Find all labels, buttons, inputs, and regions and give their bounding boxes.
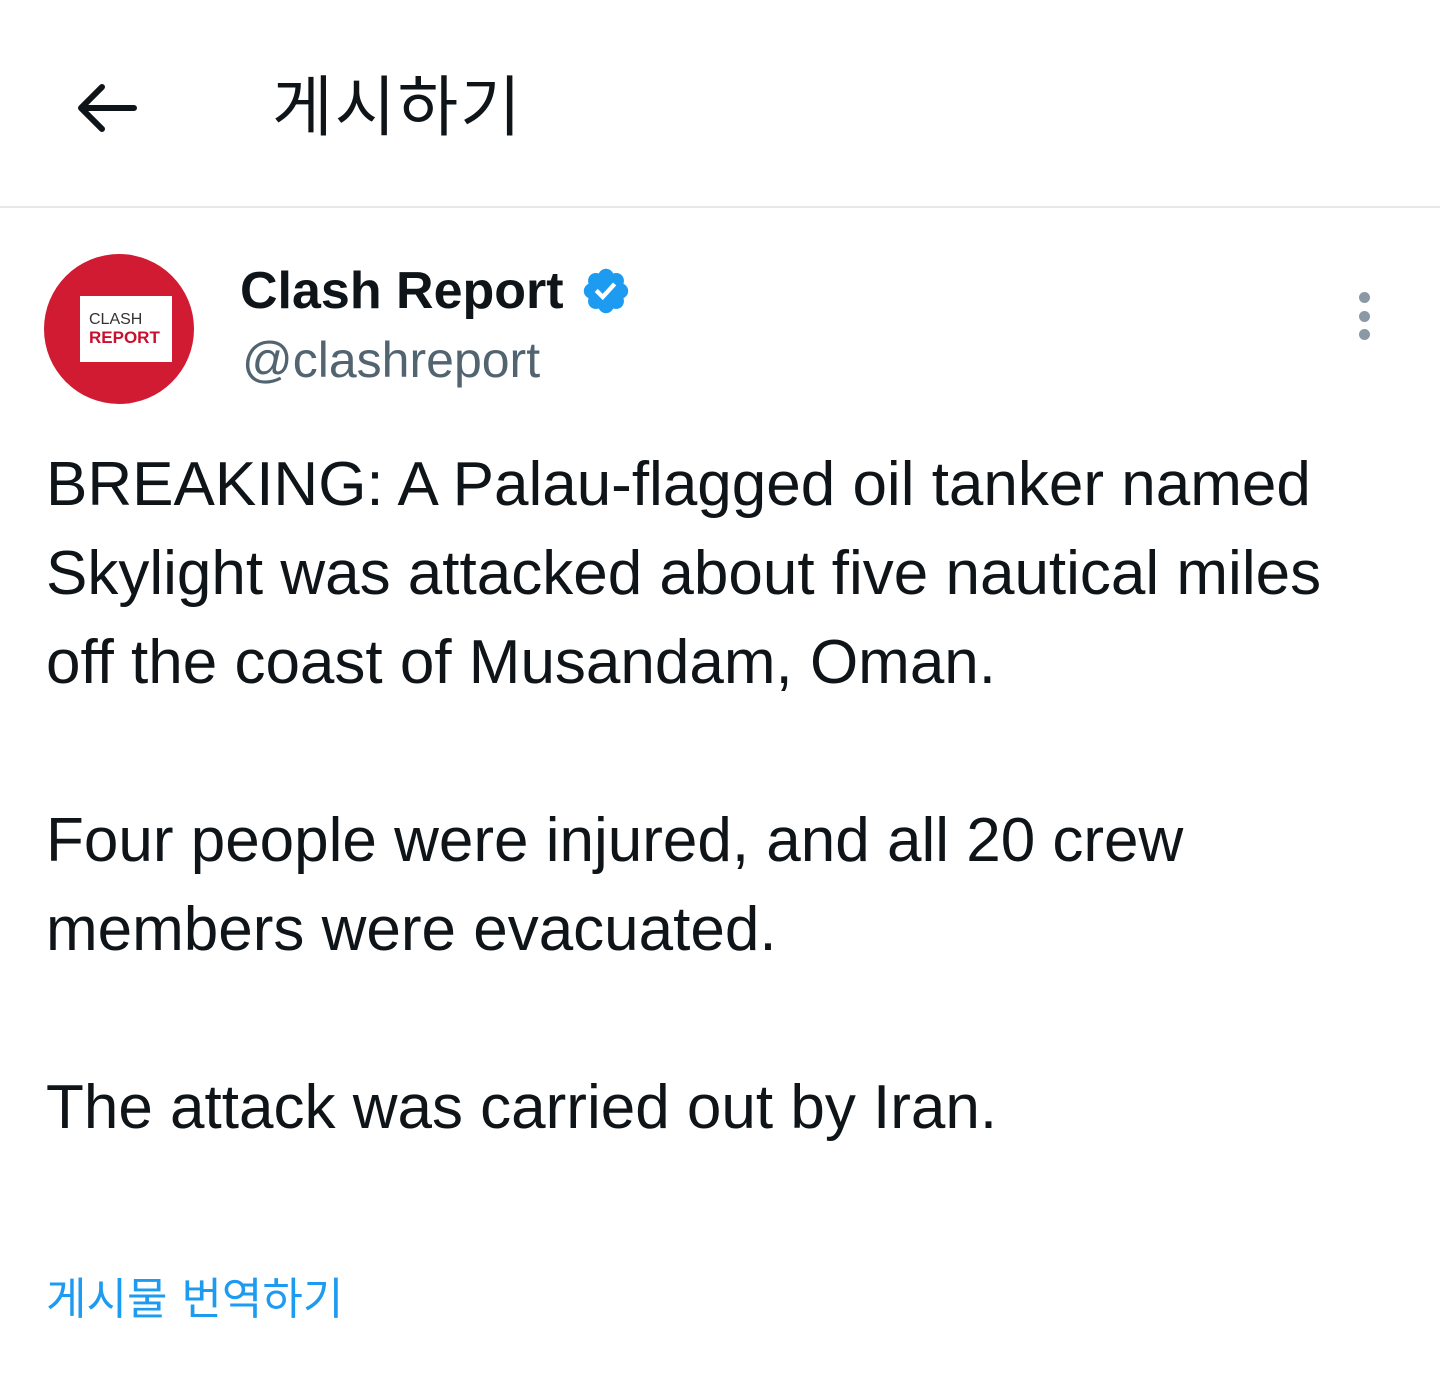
translate-post-link[interactable]: 게시물 번역하기 bbox=[46, 1270, 343, 1330]
author-display-name[interactable]: Clash Report bbox=[240, 261, 564, 321]
avatar[interactable]: CLASH REPORT bbox=[44, 254, 194, 404]
verified-badge-icon[interactable] bbox=[580, 265, 632, 317]
top-app-bar: 게시하기 bbox=[0, 0, 1440, 208]
post-text: BREAKING: A Palau-flagged oil tanker nam… bbox=[46, 440, 1406, 1152]
post-paragraph: BREAKING: A Palau-flagged oil tanker nam… bbox=[46, 450, 1322, 697]
author-name-row: Clash Report bbox=[240, 258, 632, 324]
more-dot-icon bbox=[1358, 292, 1370, 303]
more-dot-icon bbox=[1358, 329, 1370, 340]
avatar-logo-text-top: CLASH bbox=[89, 311, 143, 328]
back-button[interactable] bbox=[60, 62, 152, 154]
author-handle[interactable]: @clashreport bbox=[242, 328, 540, 392]
post-paragraph: The attack was carried out by Iran. bbox=[46, 1073, 998, 1142]
avatar-logo-text-bottom: REPORT bbox=[89, 328, 160, 347]
page-title: 게시하기 bbox=[272, 69, 523, 146]
arrow-left-icon bbox=[78, 84, 137, 132]
post-paragraph: Four people were injured, and all 20 cre… bbox=[46, 806, 1184, 964]
more-options-button[interactable] bbox=[1340, 286, 1388, 346]
more-dot-icon bbox=[1358, 310, 1370, 322]
